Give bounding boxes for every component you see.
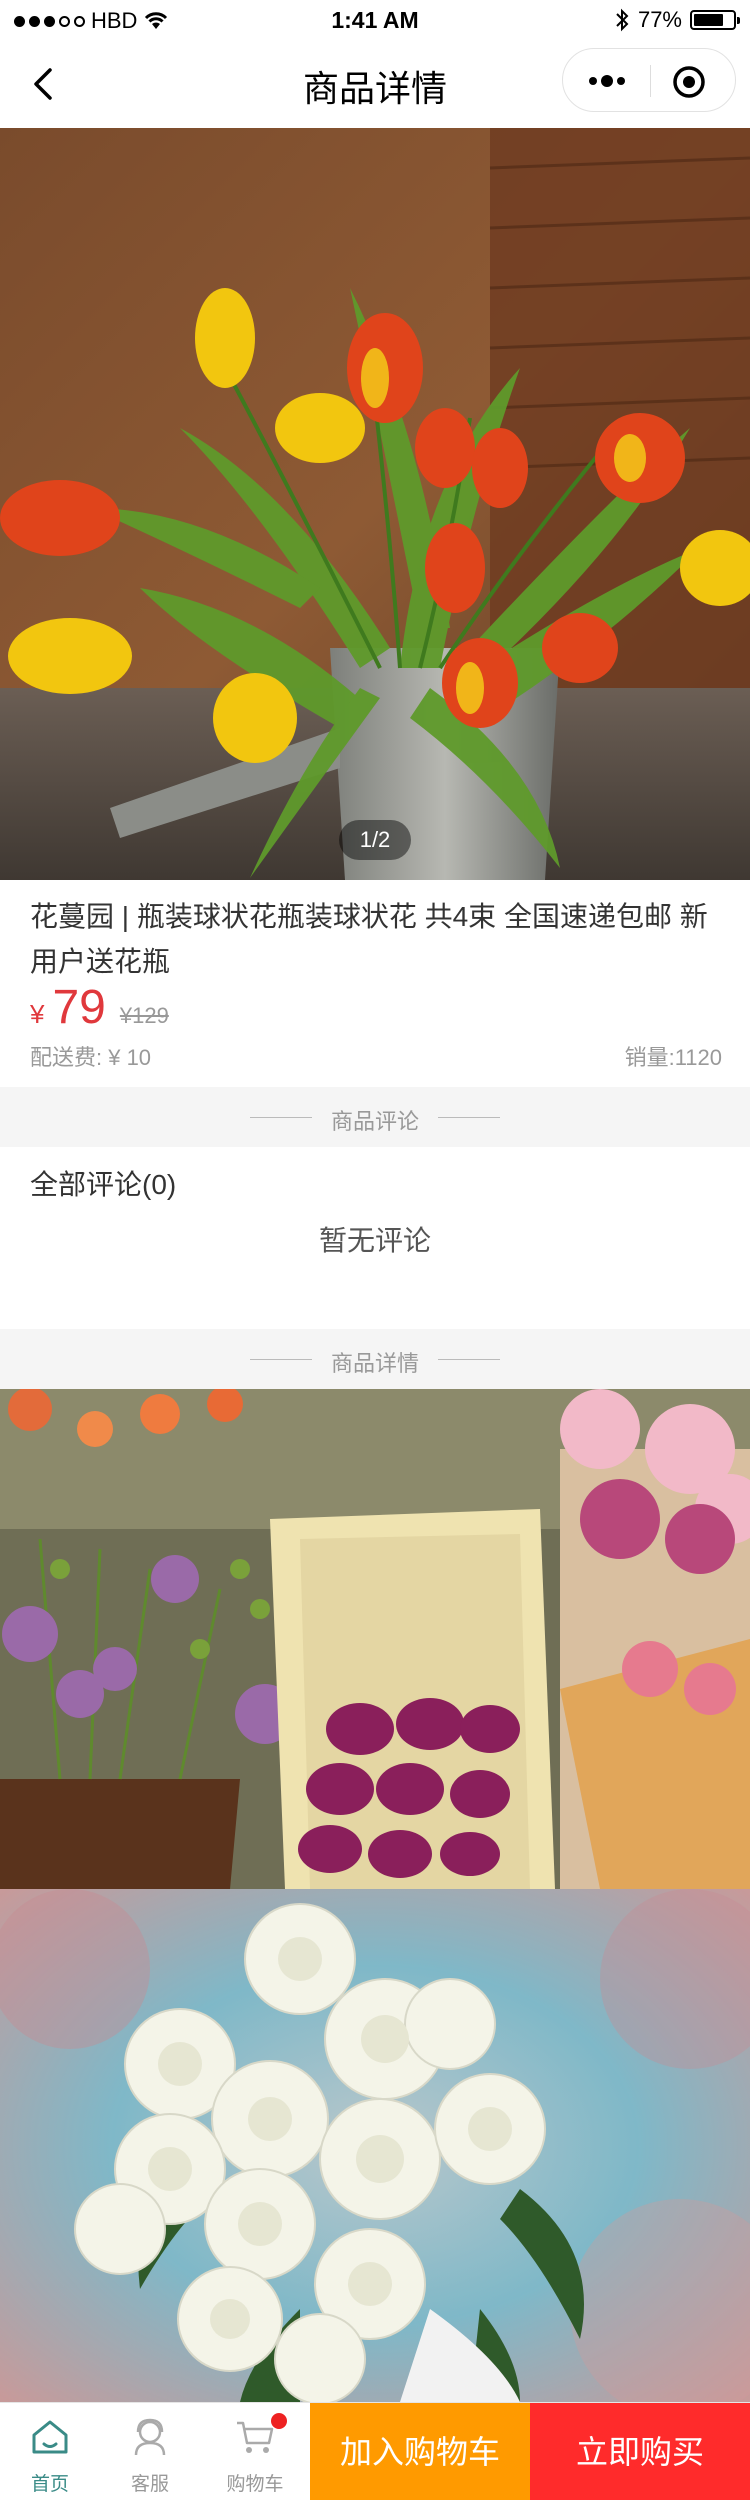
no-reviews-text: 暂无评论 xyxy=(318,1225,431,1256)
miniprogram-capsule xyxy=(562,48,736,112)
tab-service-label: 客服 xyxy=(130,2474,169,2495)
capsule-divider xyxy=(650,65,651,97)
product-title: 花蔓园 | 瓶装球状花瓶装球状花 共4束 全国速递包邮 新用户送花瓶 xyxy=(30,901,708,977)
divider-line xyxy=(438,1359,500,1360)
tulip-bouquet-image xyxy=(0,128,750,880)
price-row: ¥ 79 ¥129 xyxy=(30,980,169,1035)
home-icon xyxy=(32,2420,68,2454)
close-miniprogram-icon[interactable] xyxy=(671,64,707,100)
nav-bar: 商品详情 xyxy=(0,40,750,128)
cart-icon xyxy=(237,2421,274,2453)
tab-home[interactable]: 首页 xyxy=(0,2403,100,2500)
details-section-header: 商品详情 xyxy=(0,1329,750,1389)
detail-image-1 xyxy=(0,1389,750,1889)
battery-icon xyxy=(690,10,740,30)
reviews-section-header: 商品评论 xyxy=(0,1087,750,1147)
tab-cart-label: 购物车 xyxy=(226,2474,284,2495)
status-bar: HBD 1:41 AM 77% xyxy=(0,0,750,40)
bottom-action-bar: 首页 客服 购物车 加入购物车 立即购买 xyxy=(0,2402,750,2500)
shipping-fee: 配送费: ¥ 10 xyxy=(30,1045,152,1070)
white-roses-image xyxy=(0,1889,750,2402)
status-right: 77% xyxy=(614,7,740,33)
cart-badge xyxy=(271,2413,287,2429)
sales-count: 销量:1120 xyxy=(624,1045,722,1070)
bluetooth-icon xyxy=(616,8,629,32)
more-icon[interactable] xyxy=(587,64,627,98)
all-reviews-link[interactable]: 全部评论(0) xyxy=(30,1163,176,1203)
tab-service[interactable]: 客服 xyxy=(100,2403,200,2500)
reviews-section: 全部评论(0) 暂无评论 xyxy=(0,1147,750,1327)
original-price: ¥129 xyxy=(119,1003,169,1028)
tab-cart[interactable]: 购物车 xyxy=(205,2403,305,2500)
flower-shop-image xyxy=(0,1389,750,1889)
battery-percent: 77% xyxy=(637,7,682,32)
price-currency: ¥ xyxy=(30,999,45,1029)
image-counter: 1/2 xyxy=(339,820,411,860)
current-price: 79 xyxy=(52,981,106,1034)
product-image-carousel[interactable]: 1/2 xyxy=(0,128,750,880)
detail-image-2 xyxy=(0,1889,750,2402)
product-info: 花蔓园 | 瓶装球状花瓶装球状花 共4束 全国速递包邮 新用户送花瓶 ¥ 79 … xyxy=(0,880,750,1087)
customer-service-icon xyxy=(134,2418,166,2456)
reviews-section-label: 商品评论 xyxy=(330,1109,419,1134)
add-to-cart-button[interactable]: 加入购物车 xyxy=(310,2403,530,2500)
details-section-label: 商品详情 xyxy=(330,1351,419,1376)
divider-line xyxy=(438,1117,500,1118)
buy-now-button[interactable]: 立即购买 xyxy=(530,2403,750,2500)
tab-home-label: 首页 xyxy=(30,2474,69,2495)
